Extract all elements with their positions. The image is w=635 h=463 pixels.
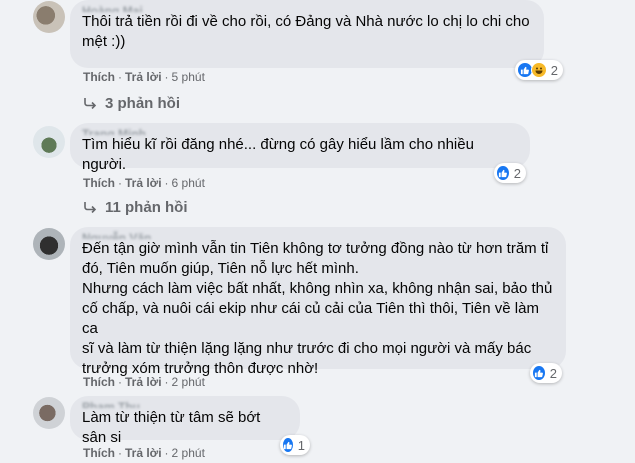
- comment-actions: Thích · Trả lời · 2 phút: [83, 445, 205, 461]
- reply-button[interactable]: Trả lời: [125, 176, 162, 190]
- replies-label[interactable]: 3 phản hồi: [105, 95, 180, 112]
- comment-author[interactable]: Hoàng Mai: [82, 2, 532, 12]
- comment-bubble: Trang Minh Tìm hiểu kĩ rồi đăng nhé... đ…: [70, 123, 530, 173]
- comment-bubble: Nguyễn Văn Đến tận giờ mình vẫn tin Tiên…: [70, 227, 566, 377]
- avatar[interactable]: [33, 1, 65, 33]
- reaction-count: 1: [297, 437, 305, 453]
- avatar[interactable]: [33, 397, 65, 429]
- timestamp[interactable]: 2 phút: [172, 446, 205, 460]
- like-button[interactable]: Thích: [83, 176, 115, 190]
- reaction-count: 2: [549, 365, 557, 381]
- like-icon: [496, 165, 510, 181]
- comment-actions: Thích · Trả lời · 6 phút: [83, 175, 205, 191]
- timestamp[interactable]: 5 phút: [172, 70, 205, 84]
- reply-button[interactable]: Trả lời: [125, 70, 162, 84]
- timestamp[interactable]: 2 phút: [172, 375, 205, 389]
- comment-author[interactable]: Nguyễn Văn: [82, 229, 554, 239]
- comment-text: Thôi trả tiền rồi đi về cho rồi, có Đảng…: [82, 13, 530, 50]
- reaction-summary[interactable]: 2: [530, 363, 562, 383]
- separator: ·: [164, 176, 169, 190]
- like-icon: [532, 365, 546, 381]
- like-button[interactable]: Thích: [83, 70, 115, 84]
- avatar[interactable]: [33, 126, 65, 158]
- separator: ·: [164, 446, 169, 460]
- reaction-summary[interactable]: 1: [280, 435, 310, 455]
- reaction-count: 2: [550, 62, 558, 78]
- comment-actions: Thích · Trả lời · 2 phút: [83, 374, 205, 390]
- view-replies-button[interactable]: 3 phản hồi: [83, 93, 180, 113]
- like-button[interactable]: Thích: [83, 446, 115, 460]
- comment-author[interactable]: Trang Minh: [82, 125, 518, 135]
- reply-arrow-icon: [84, 202, 97, 213]
- separator: ·: [118, 446, 122, 460]
- separator: ·: [118, 176, 122, 190]
- replies-label[interactable]: 11 phản hồi: [105, 199, 188, 216]
- reaction-summary[interactable]: 2: [494, 163, 526, 183]
- reaction-summary[interactable]: 2: [515, 60, 563, 80]
- comment-actions: Thích · Trả lời · 5 phút: [83, 69, 205, 85]
- separator: ·: [164, 375, 169, 389]
- view-replies-button[interactable]: 11 phản hồi: [83, 197, 188, 217]
- separator: ·: [118, 70, 122, 84]
- comment-bubble: Phạm Thu Làm từ thiện từ tâm sẽ bớt sân …: [70, 396, 300, 446]
- haha-icon: [530, 62, 547, 78]
- avatar[interactable]: [33, 228, 65, 260]
- timestamp[interactable]: 6 phút: [172, 176, 205, 190]
- reaction-count: 2: [513, 165, 521, 181]
- reply-arrow-icon: [84, 98, 97, 109]
- like-button[interactable]: Thích: [83, 375, 115, 389]
- separator: ·: [164, 70, 169, 84]
- like-icon: [282, 437, 294, 453]
- comment-text: Tìm hiểu kĩ rồi đăng nhé... đừng có gây …: [82, 136, 474, 173]
- comment-text: Đến tận giờ mình vẫn tin Tiên không tơ t…: [82, 240, 553, 377]
- comment-text: Làm từ thiện từ tâm sẽ bớt sân si: [82, 409, 261, 446]
- comment-bubble: Hoàng Mai Thôi trả tiền rồi đi về cho rồ…: [70, 0, 544, 68]
- separator: ·: [118, 375, 122, 389]
- reply-button[interactable]: Trả lời: [125, 446, 162, 460]
- comment-author[interactable]: Phạm Thu: [82, 398, 288, 408]
- reply-button[interactable]: Trả lời: [125, 375, 162, 389]
